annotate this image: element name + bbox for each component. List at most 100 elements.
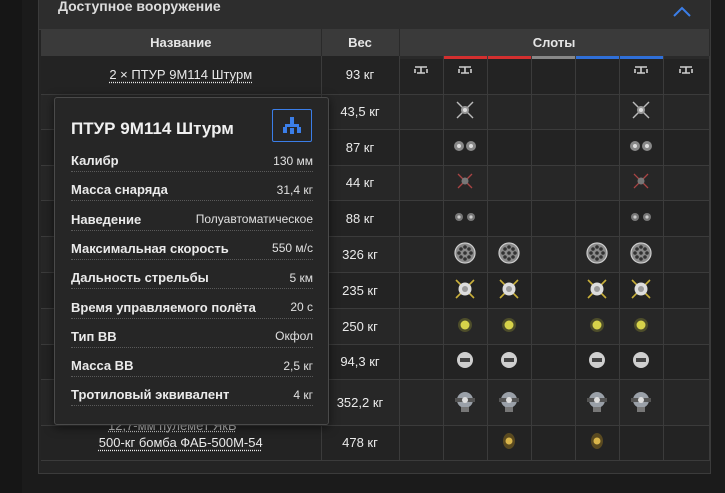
slot-cell[interactable] <box>619 272 664 309</box>
slot-cell[interactable] <box>487 94 532 130</box>
slot-cell[interactable] <box>443 425 488 461</box>
slot-cell[interactable] <box>663 379 710 426</box>
slot-cell[interactable] <box>663 129 710 166</box>
slot-cell[interactable] <box>619 94 664 130</box>
slot-cell[interactable] <box>443 272 488 309</box>
tooltip-stat-row: Масса снаряда 31,4 кг <box>71 179 313 202</box>
slot-cell[interactable] <box>399 129 444 166</box>
double-small-icon <box>629 210 653 227</box>
collapse-button[interactable] <box>660 0 704 28</box>
slot-cell[interactable] <box>575 379 620 426</box>
panel-header[interactable]: Доступное вооружение <box>39 0 710 30</box>
slot-cell[interactable] <box>443 308 488 345</box>
slot-cell[interactable] <box>399 56 444 95</box>
slot-cell[interactable] <box>443 56 488 95</box>
weapon-name: 500-кг бомба ФАБ-500М-54 <box>98 435 263 450</box>
slot-cell[interactable] <box>487 129 532 166</box>
slot-cell[interactable] <box>443 344 488 380</box>
slot-cell[interactable] <box>487 379 532 426</box>
small-x-rack-icon <box>455 171 475 194</box>
weapon-weight-cell: 326 кг <box>321 236 400 273</box>
slot-cell[interactable] <box>531 344 576 380</box>
slot-cell[interactable] <box>443 379 488 426</box>
table-row[interactable]: 2 × ПТУР 9М114 Штурм 93 кг <box>41 56 710 95</box>
slot-cell[interactable] <box>663 425 710 461</box>
weapon-weight-cell: 44 кг <box>321 165 400 201</box>
slot-cell[interactable] <box>399 236 444 273</box>
x-rack-icon <box>454 99 476 124</box>
slot-cell[interactable] <box>487 236 532 273</box>
slot-cell[interactable] <box>663 308 710 345</box>
slot-cell[interactable] <box>531 425 576 461</box>
slot-color-bar <box>575 56 619 59</box>
slot-cell[interactable] <box>531 200 576 237</box>
slot-cell[interactable] <box>619 165 664 201</box>
bomb-icon <box>500 316 518 337</box>
slot-cell[interactable] <box>619 236 664 273</box>
slot-cell[interactable] <box>531 379 576 426</box>
column-name-header: Название <box>41 29 322 56</box>
slot-cell[interactable] <box>399 165 444 201</box>
slot-cell[interactable] <box>575 425 620 461</box>
slot-cell[interactable] <box>619 425 664 461</box>
slot-cell[interactable] <box>487 56 532 95</box>
slot-cell[interactable] <box>619 56 664 95</box>
slot-cell[interactable] <box>531 272 576 309</box>
slot-cell[interactable] <box>575 308 620 345</box>
slot-cell[interactable] <box>487 272 532 309</box>
slot-cell[interactable] <box>575 344 620 380</box>
slot-cell[interactable] <box>531 129 576 166</box>
slot-cell[interactable] <box>487 200 532 237</box>
slot-cell[interactable] <box>443 236 488 273</box>
slot-cell[interactable] <box>399 344 444 380</box>
slot-cell[interactable] <box>619 200 664 237</box>
slot-cell[interactable] <box>443 94 488 130</box>
slot-cell[interactable] <box>487 344 532 380</box>
slot-cell[interactable] <box>619 308 664 345</box>
stat-value: 4 кг <box>293 387 313 402</box>
slot-cell[interactable] <box>399 379 444 426</box>
slot-cell[interactable] <box>575 272 620 309</box>
slot-color-bar <box>619 56 663 59</box>
slot-cell[interactable] <box>619 344 664 380</box>
small-x-rack-icon <box>631 171 651 194</box>
slot-cell[interactable] <box>619 129 664 166</box>
slot-color-bar <box>487 56 531 59</box>
slot-cell[interactable] <box>531 56 576 95</box>
slot-cell[interactable] <box>575 165 620 201</box>
slot-cell[interactable] <box>663 165 710 201</box>
slot-cell[interactable] <box>575 236 620 273</box>
double-rack-icon <box>628 138 654 157</box>
tooltip-weapon-button[interactable] <box>272 109 312 142</box>
slot-cell[interactable] <box>575 200 620 237</box>
slot-cell[interactable] <box>663 344 710 380</box>
slot-cell[interactable] <box>443 200 488 237</box>
slot-cell[interactable] <box>575 56 620 95</box>
slot-cell[interactable] <box>531 308 576 345</box>
slot-cell[interactable] <box>531 165 576 201</box>
slot-cell[interactable] <box>443 165 488 201</box>
slot-cell[interactable] <box>487 308 532 345</box>
slot-cell[interactable] <box>399 94 444 130</box>
stat-label: Наведение <box>71 211 142 227</box>
slot-cell[interactable] <box>399 425 444 461</box>
slot-cell[interactable] <box>487 425 532 461</box>
slot-cell[interactable] <box>575 94 620 130</box>
slot-cell[interactable] <box>443 129 488 166</box>
slot-cell[interactable] <box>663 56 710 95</box>
slot-cell[interactable] <box>399 200 444 237</box>
double-small-icon <box>453 210 477 227</box>
tooltip-stat-row: Время управляемого полёта 20 с <box>71 297 313 319</box>
slot-cell[interactable] <box>575 129 620 166</box>
slot-cell[interactable] <box>531 236 576 273</box>
slot-cell[interactable] <box>487 165 532 201</box>
slot-cell[interactable] <box>663 272 710 309</box>
slot-cell[interactable] <box>399 272 444 309</box>
slot-cell[interactable] <box>663 94 710 130</box>
slot-cell[interactable] <box>663 200 710 237</box>
weapon-name-cell[interactable]: 2 × ПТУР 9М114 Штурм <box>41 56 322 95</box>
slot-cell[interactable] <box>399 308 444 345</box>
slot-cell[interactable] <box>531 94 576 130</box>
slot-cell[interactable] <box>663 236 710 273</box>
slot-cell[interactable] <box>619 379 664 426</box>
